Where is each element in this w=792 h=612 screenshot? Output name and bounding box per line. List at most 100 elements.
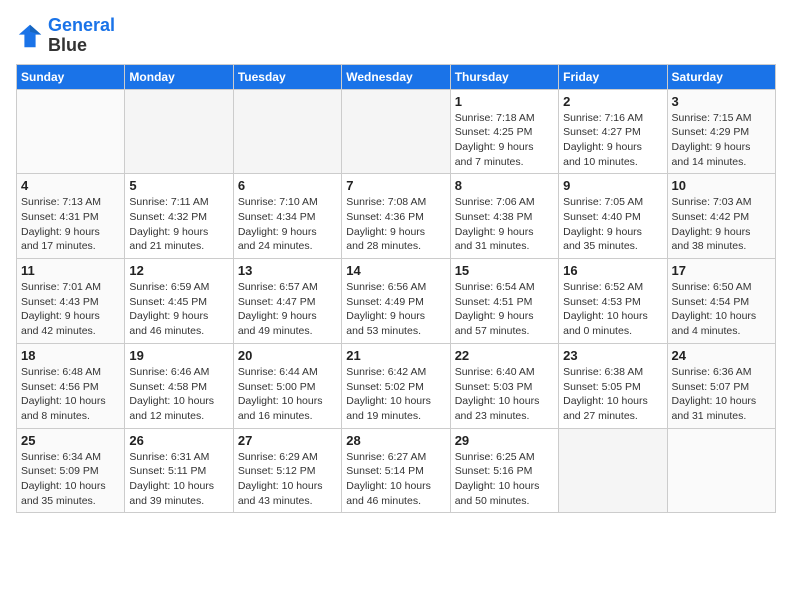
day-info: Sunrise: 6:57 AM Sunset: 4:47 PM Dayligh… bbox=[238, 280, 337, 339]
day-number: 5 bbox=[129, 178, 228, 193]
day-number: 15 bbox=[455, 263, 554, 278]
day-info: Sunrise: 6:25 AM Sunset: 5:16 PM Dayligh… bbox=[455, 450, 554, 509]
day-info: Sunrise: 7:16 AM Sunset: 4:27 PM Dayligh… bbox=[563, 111, 662, 170]
calendar-cell: 28 Sunrise: 6:27 AM Sunset: 5:14 PM Dayli… bbox=[342, 428, 450, 513]
week-row-1: 1 Sunrise: 7:18 AM Sunset: 4:25 PM Daylig… bbox=[17, 89, 776, 174]
day-number: 8 bbox=[455, 178, 554, 193]
day-info: Sunrise: 7:10 AM Sunset: 4:34 PM Dayligh… bbox=[238, 195, 337, 254]
calendar-cell: 21 Sunrise: 6:42 AM Sunset: 5:02 PM Dayli… bbox=[342, 343, 450, 428]
day-info: Sunrise: 6:40 AM Sunset: 5:03 PM Dayligh… bbox=[455, 365, 554, 424]
day-number: 27 bbox=[238, 433, 337, 448]
day-number: 18 bbox=[21, 348, 120, 363]
calendar-cell: 27 Sunrise: 6:29 AM Sunset: 5:12 PM Dayli… bbox=[233, 428, 341, 513]
calendar-cell: 22 Sunrise: 6:40 AM Sunset: 5:03 PM Dayli… bbox=[450, 343, 558, 428]
calendar-cell bbox=[233, 89, 341, 174]
day-info: Sunrise: 6:29 AM Sunset: 5:12 PM Dayligh… bbox=[238, 450, 337, 509]
day-info: Sunrise: 7:11 AM Sunset: 4:32 PM Dayligh… bbox=[129, 195, 228, 254]
day-info: Sunrise: 6:42 AM Sunset: 5:02 PM Dayligh… bbox=[346, 365, 445, 424]
day-number: 19 bbox=[129, 348, 228, 363]
day-number: 9 bbox=[563, 178, 662, 193]
day-number: 4 bbox=[21, 178, 120, 193]
calendar-cell: 5 Sunrise: 7:11 AM Sunset: 4:32 PM Daylig… bbox=[125, 174, 233, 259]
day-info: Sunrise: 6:38 AM Sunset: 5:05 PM Dayligh… bbox=[563, 365, 662, 424]
day-number: 22 bbox=[455, 348, 554, 363]
day-number: 20 bbox=[238, 348, 337, 363]
day-number: 3 bbox=[672, 94, 771, 109]
day-number: 11 bbox=[21, 263, 120, 278]
day-info: Sunrise: 6:27 AM Sunset: 5:14 PM Dayligh… bbox=[346, 450, 445, 509]
calendar-cell: 7Sunrise: 7:08 AM Sunset: 4:36 PM Daylig… bbox=[342, 174, 450, 259]
day-info: Sunrise: 6:50 AM Sunset: 4:54 PM Dayligh… bbox=[672, 280, 771, 339]
logo-icon bbox=[16, 22, 44, 50]
calendar-cell bbox=[17, 89, 125, 174]
day-info: Sunrise: 6:59 AM Sunset: 4:45 PM Dayligh… bbox=[129, 280, 228, 339]
day-info: Sunrise: 7:15 AM Sunset: 4:29 PM Dayligh… bbox=[672, 111, 771, 170]
calendar-cell: 13 Sunrise: 6:57 AM Sunset: 4:47 PM Dayli… bbox=[233, 259, 341, 344]
day-number: 14 bbox=[346, 263, 445, 278]
day-info: Sunrise: 7:06 AM Sunset: 4:38 PM Dayligh… bbox=[455, 195, 554, 254]
week-row-2: 4 Sunrise: 7:13 AM Sunset: 4:31 PM Daylig… bbox=[17, 174, 776, 259]
week-row-4: 18 Sunrise: 6:48 AM Sunset: 4:56 PM Dayli… bbox=[17, 343, 776, 428]
calendar-cell: 16 Sunrise: 6:52 AM Sunset: 4:53 PM Dayli… bbox=[559, 259, 667, 344]
calendar-cell bbox=[667, 428, 775, 513]
day-info: Sunrise: 6:48 AM Sunset: 4:56 PM Dayligh… bbox=[21, 365, 120, 424]
day-number: 6 bbox=[238, 178, 337, 193]
calendar-cell bbox=[342, 89, 450, 174]
logo-text: General Blue bbox=[48, 16, 115, 56]
day-header-thursday: Thursday bbox=[450, 64, 558, 89]
day-number: 7 bbox=[346, 178, 445, 193]
calendar-cell: 20 Sunrise: 6:44 AM Sunset: 5:00 PM Dayli… bbox=[233, 343, 341, 428]
calendar-cell: 3 Sunrise: 7:15 AM Sunset: 4:29 PM Daylig… bbox=[667, 89, 775, 174]
day-number: 23 bbox=[563, 348, 662, 363]
calendar-cell: 6 Sunrise: 7:10 AM Sunset: 4:34 PM Daylig… bbox=[233, 174, 341, 259]
day-info: Sunrise: 6:31 AM Sunset: 5:11 PM Dayligh… bbox=[129, 450, 228, 509]
day-number: 10 bbox=[672, 178, 771, 193]
day-header-sunday: Sunday bbox=[17, 64, 125, 89]
calendar-cell: 10 Sunrise: 7:03 AM Sunset: 4:42 PM Dayli… bbox=[667, 174, 775, 259]
day-number: 24 bbox=[672, 348, 771, 363]
day-number: 26 bbox=[129, 433, 228, 448]
calendar-cell: 18 Sunrise: 6:48 AM Sunset: 4:56 PM Dayli… bbox=[17, 343, 125, 428]
day-info: Sunrise: 6:52 AM Sunset: 4:53 PM Dayligh… bbox=[563, 280, 662, 339]
calendar-cell: 12Sunrise: 6:59 AM Sunset: 4:45 PM Dayli… bbox=[125, 259, 233, 344]
day-info: Sunrise: 6:54 AM Sunset: 4:51 PM Dayligh… bbox=[455, 280, 554, 339]
day-header-saturday: Saturday bbox=[667, 64, 775, 89]
calendar-cell bbox=[559, 428, 667, 513]
day-info: Sunrise: 6:46 AM Sunset: 4:58 PM Dayligh… bbox=[129, 365, 228, 424]
calendar-cell: 1 Sunrise: 7:18 AM Sunset: 4:25 PM Daylig… bbox=[450, 89, 558, 174]
day-header-tuesday: Tuesday bbox=[233, 64, 341, 89]
day-header-friday: Friday bbox=[559, 64, 667, 89]
day-info: Sunrise: 7:03 AM Sunset: 4:42 PM Dayligh… bbox=[672, 195, 771, 254]
day-number: 2 bbox=[563, 94, 662, 109]
day-info: Sunrise: 6:56 AM Sunset: 4:49 PM Dayligh… bbox=[346, 280, 445, 339]
calendar-header-row: SundayMondayTuesdayWednesdayThursdayFrid… bbox=[17, 64, 776, 89]
day-number: 25 bbox=[21, 433, 120, 448]
calendar-cell: 17 Sunrise: 6:50 AM Sunset: 4:54 PM Dayli… bbox=[667, 259, 775, 344]
calendar-cell bbox=[125, 89, 233, 174]
calendar-cell: 11 Sunrise: 7:01 AM Sunset: 4:43 PM Dayli… bbox=[17, 259, 125, 344]
calendar-cell: 26 Sunrise: 6:31 AM Sunset: 5:11 PM Dayli… bbox=[125, 428, 233, 513]
day-info: Sunrise: 7:01 AM Sunset: 4:43 PM Dayligh… bbox=[21, 280, 120, 339]
calendar-cell: 23 Sunrise: 6:38 AM Sunset: 5:05 PM Dayli… bbox=[559, 343, 667, 428]
day-number: 1 bbox=[455, 94, 554, 109]
day-info: Sunrise: 6:36 AM Sunset: 5:07 PM Dayligh… bbox=[672, 365, 771, 424]
calendar-cell: 14 Sunrise: 6:56 AM Sunset: 4:49 PM Dayli… bbox=[342, 259, 450, 344]
day-number: 16 bbox=[563, 263, 662, 278]
calendar-cell: 8 Sunrise: 7:06 AM Sunset: 4:38 PM Daylig… bbox=[450, 174, 558, 259]
day-info: Sunrise: 7:18 AM Sunset: 4:25 PM Dayligh… bbox=[455, 111, 554, 170]
calendar-cell: 24 Sunrise: 6:36 AM Sunset: 5:07 PM Dayli… bbox=[667, 343, 775, 428]
day-number: 21 bbox=[346, 348, 445, 363]
day-number: 17 bbox=[672, 263, 771, 278]
day-number: 13 bbox=[238, 263, 337, 278]
calendar-cell: 15 Sunrise: 6:54 AM Sunset: 4:51 PM Dayli… bbox=[450, 259, 558, 344]
day-info: Sunrise: 7:05 AM Sunset: 4:40 PM Dayligh… bbox=[563, 195, 662, 254]
day-number: 28 bbox=[346, 433, 445, 448]
day-info: Sunrise: 6:44 AM Sunset: 5:00 PM Dayligh… bbox=[238, 365, 337, 424]
calendar-cell: 25Sunrise: 6:34 AM Sunset: 5:09 PM Dayli… bbox=[17, 428, 125, 513]
day-info: Sunrise: 7:13 AM Sunset: 4:31 PM Dayligh… bbox=[21, 195, 120, 254]
day-header-wednesday: Wednesday bbox=[342, 64, 450, 89]
calendar-cell: 4 Sunrise: 7:13 AM Sunset: 4:31 PM Daylig… bbox=[17, 174, 125, 259]
calendar-cell: 2 Sunrise: 7:16 AM Sunset: 4:27 PM Daylig… bbox=[559, 89, 667, 174]
day-number: 29 bbox=[455, 433, 554, 448]
calendar-cell: 9 Sunrise: 7:05 AM Sunset: 4:40 PM Daylig… bbox=[559, 174, 667, 259]
